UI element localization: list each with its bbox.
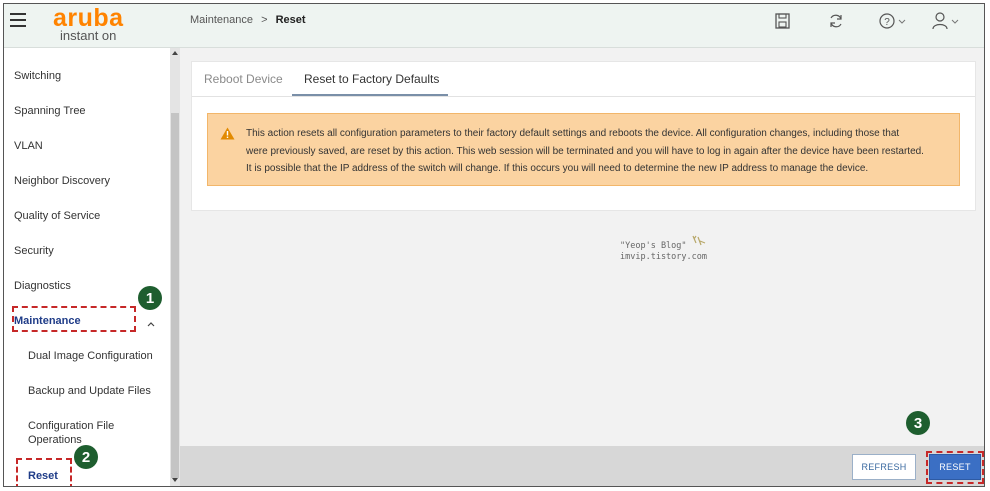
annotation-badge-3: 3 xyxy=(906,411,930,435)
warning-icon xyxy=(220,127,235,145)
save-icon[interactable] xyxy=(771,10,793,32)
annotation-badge-2: 2 xyxy=(74,445,98,469)
top-header: aruba instant on Maintenance > Reset ? xyxy=(4,4,984,48)
help-icon[interactable]: ? xyxy=(879,10,909,32)
warning-line-1: This action resets all configuration par… xyxy=(246,128,900,139)
tab-bar: Reboot Device Reset to Factory Defaults xyxy=(192,62,975,97)
blog-watermark: "Yeop's Blog" imvip.tistory.com xyxy=(620,235,707,263)
sidebar-subitem-backup-and-update-files[interactable]: Backup and Update Files xyxy=(28,384,151,398)
sidebar-item-switching[interactable]: Switching xyxy=(14,70,61,82)
warning-alert: This action resets all configuration par… xyxy=(207,113,960,186)
sidebar: Switching Spanning Tree VLAN Neighbor Di… xyxy=(4,48,170,486)
sidebar-scrollbar[interactable] xyxy=(170,48,180,486)
breadcrumb-separator: > xyxy=(261,14,268,26)
reset-card: Reboot Device Reset to Factory Defaults … xyxy=(191,61,976,211)
scrollbar-thumb[interactable] xyxy=(171,113,179,478)
warning-line-3: It is possible that the IP address of th… xyxy=(246,163,869,174)
svg-text:?: ? xyxy=(884,17,890,28)
breadcrumb: Maintenance > Reset xyxy=(190,14,306,26)
refresh-button[interactable]: REFRESH xyxy=(852,454,916,480)
annotation-box-reset xyxy=(16,458,72,486)
warning-text: This action resets all configuration par… xyxy=(246,125,946,178)
refresh-icon[interactable] xyxy=(825,10,847,32)
aruba-logo[interactable]: aruba instant on xyxy=(48,4,132,45)
tab-reset-to-factory-defaults[interactable]: Reset to Factory Defaults xyxy=(304,72,439,86)
breadcrumb-parent[interactable]: Maintenance xyxy=(190,14,253,26)
active-tab-indicator xyxy=(292,94,448,96)
breadcrumb-current: Reset xyxy=(275,14,306,26)
watermark-line-2: imvip.tistory.com xyxy=(620,252,707,262)
user-icon[interactable] xyxy=(932,10,962,32)
annotation-box-maintenance xyxy=(12,306,136,332)
watermark-logo-icon xyxy=(692,235,706,251)
sidebar-item-neighbor-discovery[interactable]: Neighbor Discovery xyxy=(14,175,110,187)
warning-line-2: were previously saved, are reset by this… xyxy=(246,145,924,157)
action-footer: REFRESH RESET xyxy=(180,446,984,486)
tab-reboot-device[interactable]: Reboot Device xyxy=(204,72,283,86)
sidebar-item-quality-of-service[interactable]: Quality of Service xyxy=(14,210,100,222)
sidebar-item-diagnostics[interactable]: Diagnostics xyxy=(14,280,71,292)
annotation-badge-1: 1 xyxy=(138,286,162,310)
sidebar-item-spanning-tree[interactable]: Spanning Tree xyxy=(14,105,86,117)
sidebar-item-vlan[interactable]: VLAN xyxy=(14,140,43,152)
scroll-down-icon[interactable] xyxy=(172,478,178,482)
sidebar-subitem-dual-image-configuration[interactable]: Dual Image Configuration xyxy=(28,349,153,363)
app-window: aruba instant on Maintenance > Reset ? S… xyxy=(3,3,985,487)
hamburger-icon[interactable] xyxy=(10,13,26,27)
scroll-up-icon[interactable] xyxy=(172,51,178,55)
annotation-box-reset-button xyxy=(926,451,984,484)
sidebar-item-security[interactable]: Security xyxy=(14,245,54,257)
logo-subtitle: instant on xyxy=(60,28,117,43)
chevron-up-icon[interactable] xyxy=(147,315,155,333)
sidebar-subitem-configuration-file-operations[interactable]: Configuration File Operations xyxy=(28,419,128,447)
